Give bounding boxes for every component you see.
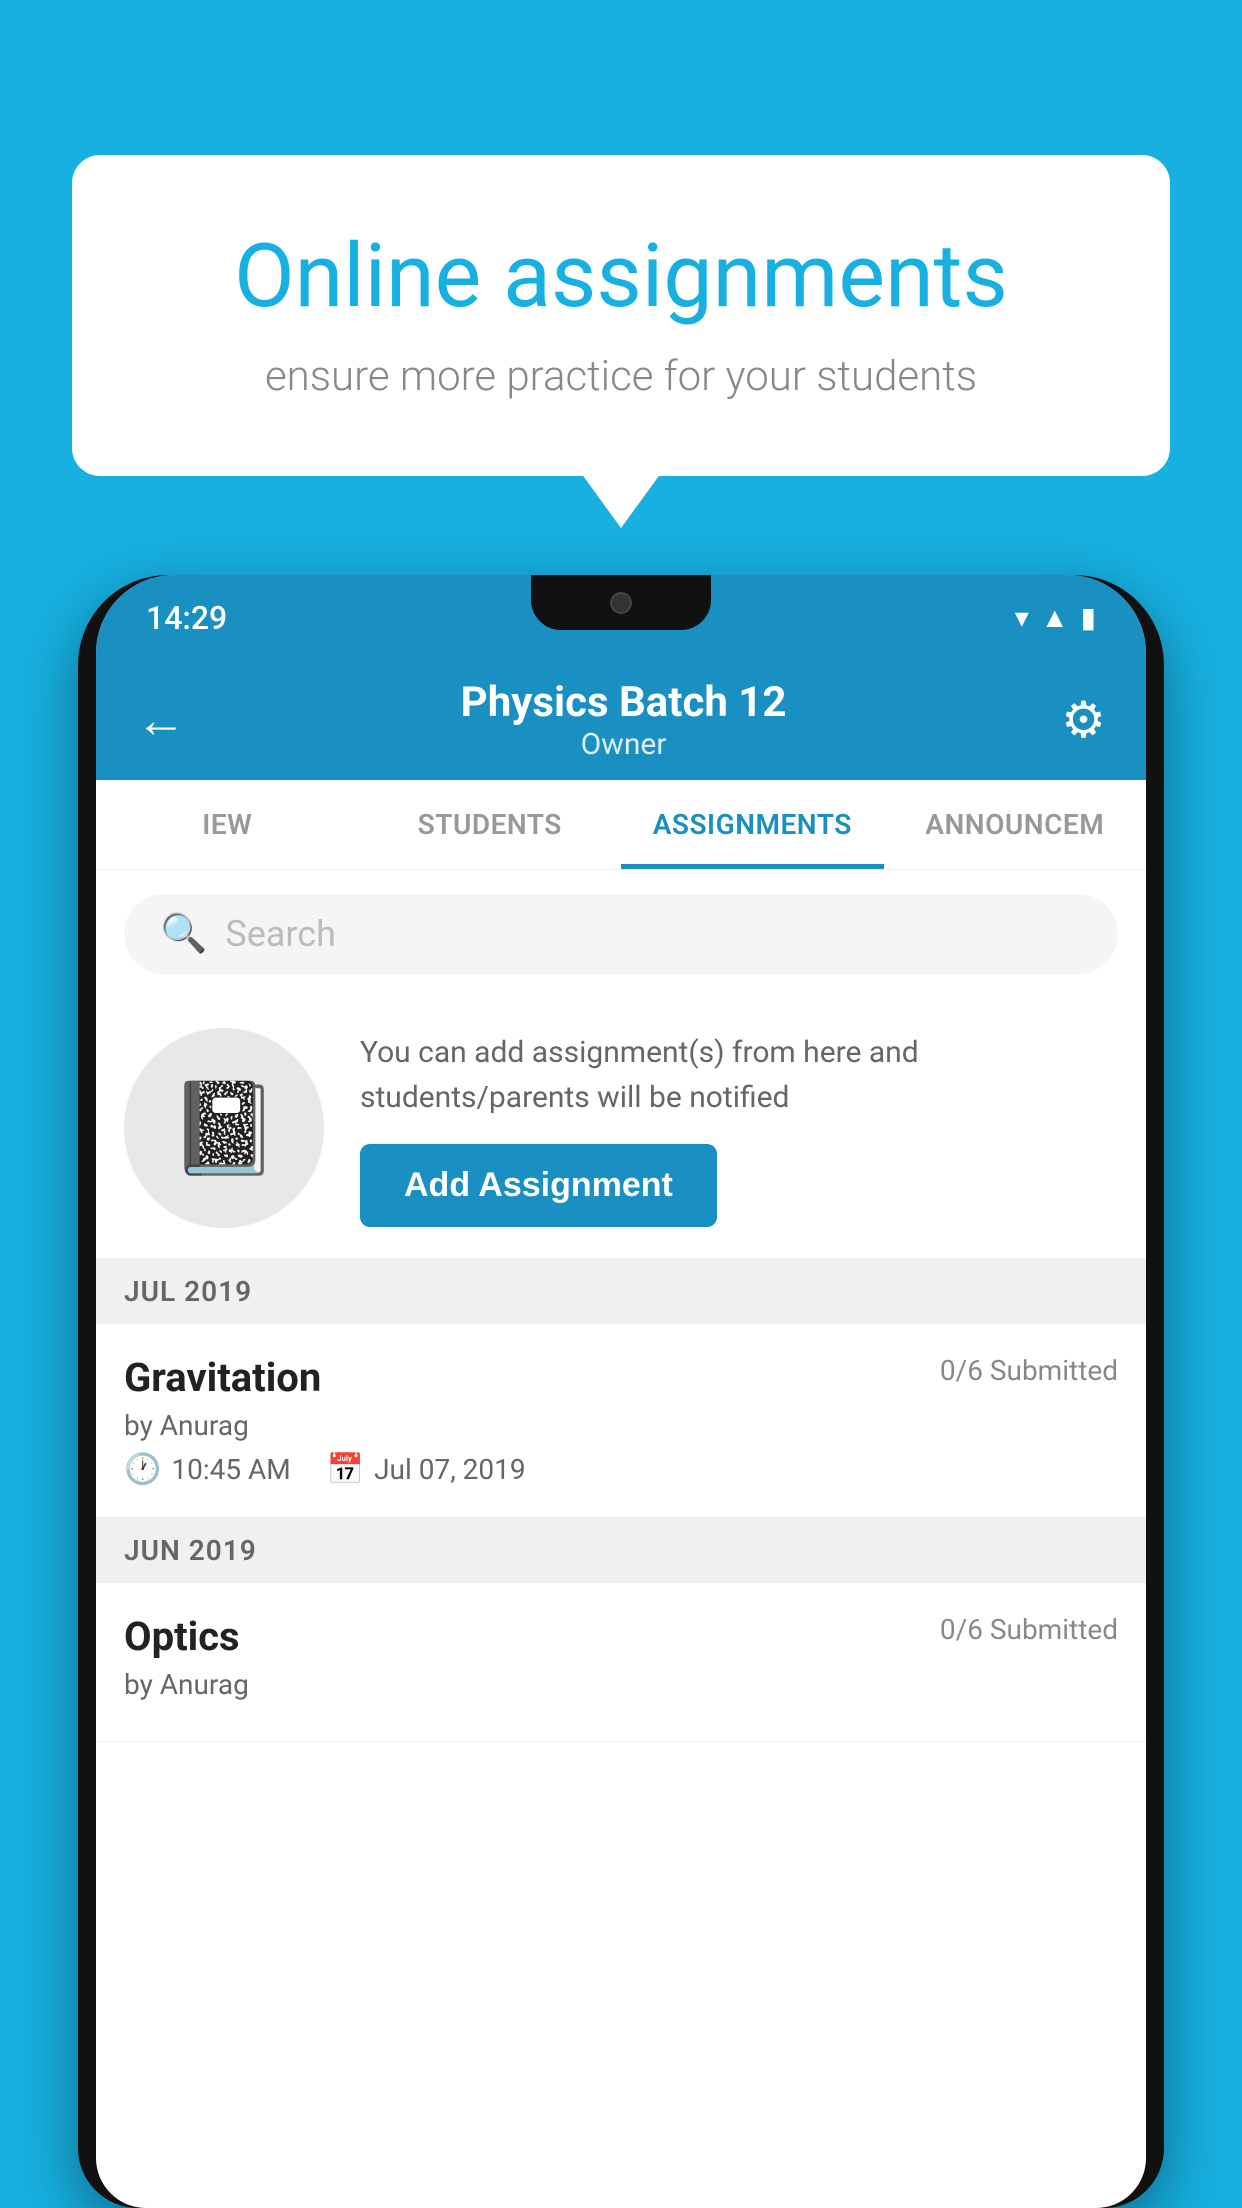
assignment-submitted-optics: 0/6 Submitted — [940, 1613, 1118, 1646]
app-header: ← Physics Batch 12 Owner ⚙ — [96, 660, 1146, 780]
meta-time-gravitation: 🕐 10:45 AM — [124, 1452, 291, 1487]
tab-announcements[interactable]: ANNOUNCEM — [884, 780, 1147, 869]
tab-assignments[interactable]: ASSIGNMENTS — [621, 780, 884, 869]
assignment-time-gravitation: 10:45 AM — [171, 1453, 290, 1486]
clock-icon: 🕐 — [124, 1452, 161, 1487]
phone-content: 🔍 Search 📓 You can add assignment(s) fro… — [96, 870, 1146, 2208]
tabs-bar: IEW STUDENTS ASSIGNMENTS ANNOUNCEM — [96, 780, 1146, 870]
speech-bubble: Online assignments ensure more practice … — [72, 155, 1170, 476]
phone-frame: 14:29 ▾ ▲ ▮ ← Physics Batch 12 Owner ⚙ I… — [78, 575, 1164, 2208]
phone-screen: 14:29 ▾ ▲ ▮ ← Physics Batch 12 Owner ⚙ I… — [96, 575, 1146, 2208]
calendar-icon: 📅 — [327, 1452, 364, 1487]
tab-students-label: STUDENTS — [418, 808, 562, 841]
status-time: 14:29 — [146, 599, 227, 637]
assignment-optics-top: Optics 0/6 Submitted — [124, 1613, 1118, 1660]
header-title: Physics Batch 12 — [461, 678, 787, 727]
assignment-date-gravitation: Jul 07, 2019 — [374, 1453, 526, 1486]
add-assignment-button[interactable]: Add Assignment — [360, 1144, 717, 1227]
promo-icon-circle: 📓 — [124, 1028, 324, 1228]
search-placeholder: Search — [225, 913, 336, 955]
month-header-jun: JUN 2019 — [96, 1518, 1146, 1583]
status-icons: ▾ ▲ ▮ — [1015, 601, 1096, 634]
notebook-icon: 📓 — [168, 1076, 280, 1181]
promo-section: 📓 You can add assignment(s) from here an… — [96, 998, 1146, 1259]
battery-icon: ▮ — [1081, 601, 1096, 634]
wifi-icon: ▾ — [1015, 601, 1029, 634]
search-icon: 🔍 — [160, 912, 207, 956]
month-header-jul: JUL 2019 — [96, 1259, 1146, 1324]
back-button[interactable]: ← — [136, 691, 186, 750]
settings-icon[interactable]: ⚙ — [1061, 691, 1106, 750]
status-bar: 14:29 ▾ ▲ ▮ — [96, 575, 1146, 660]
tab-iew-label: IEW — [202, 808, 252, 841]
assignment-title-optics: Optics — [124, 1613, 240, 1660]
assignment-author-optics: by Anurag — [124, 1668, 1118, 1701]
notch — [531, 575, 711, 630]
month-label-jun: JUN 2019 — [124, 1534, 257, 1567]
speech-bubble-subtitle: ensure more practice for your students — [152, 352, 1090, 401]
camera — [610, 592, 632, 614]
assignment-optics[interactable]: Optics 0/6 Submitted by Anurag — [96, 1583, 1146, 1742]
promo-content: You can add assignment(s) from here and … — [360, 1030, 1118, 1227]
speech-bubble-title: Online assignments — [152, 225, 1090, 328]
assignment-author-gravitation: by Anurag — [124, 1409, 1118, 1442]
header-center: Physics Batch 12 Owner — [461, 678, 787, 762]
tab-students[interactable]: STUDENTS — [359, 780, 622, 869]
assignment-gravitation[interactable]: Gravitation 0/6 Submitted by Anurag 🕐 10… — [96, 1324, 1146, 1518]
assignment-meta-gravitation: 🕐 10:45 AM 📅 Jul 07, 2019 — [124, 1452, 1118, 1487]
month-label-jul: JUL 2019 — [124, 1275, 252, 1308]
tab-iew[interactable]: IEW — [96, 780, 359, 869]
header-subtitle: Owner — [461, 727, 787, 762]
signal-icon: ▲ — [1041, 601, 1069, 634]
search-bar[interactable]: 🔍 Search — [124, 894, 1118, 974]
assignment-submitted-gravitation: 0/6 Submitted — [940, 1354, 1118, 1387]
assignment-title-gravitation: Gravitation — [124, 1354, 321, 1401]
tab-announcements-label: ANNOUNCEM — [925, 808, 1104, 841]
search-container: 🔍 Search — [96, 870, 1146, 998]
assignment-top: Gravitation 0/6 Submitted — [124, 1354, 1118, 1401]
promo-description: You can add assignment(s) from here and … — [360, 1030, 1118, 1120]
speech-bubble-container: Online assignments ensure more practice … — [72, 155, 1170, 476]
meta-date-gravitation: 📅 Jul 07, 2019 — [327, 1452, 526, 1487]
tab-assignments-label: ASSIGNMENTS — [653, 808, 852, 841]
